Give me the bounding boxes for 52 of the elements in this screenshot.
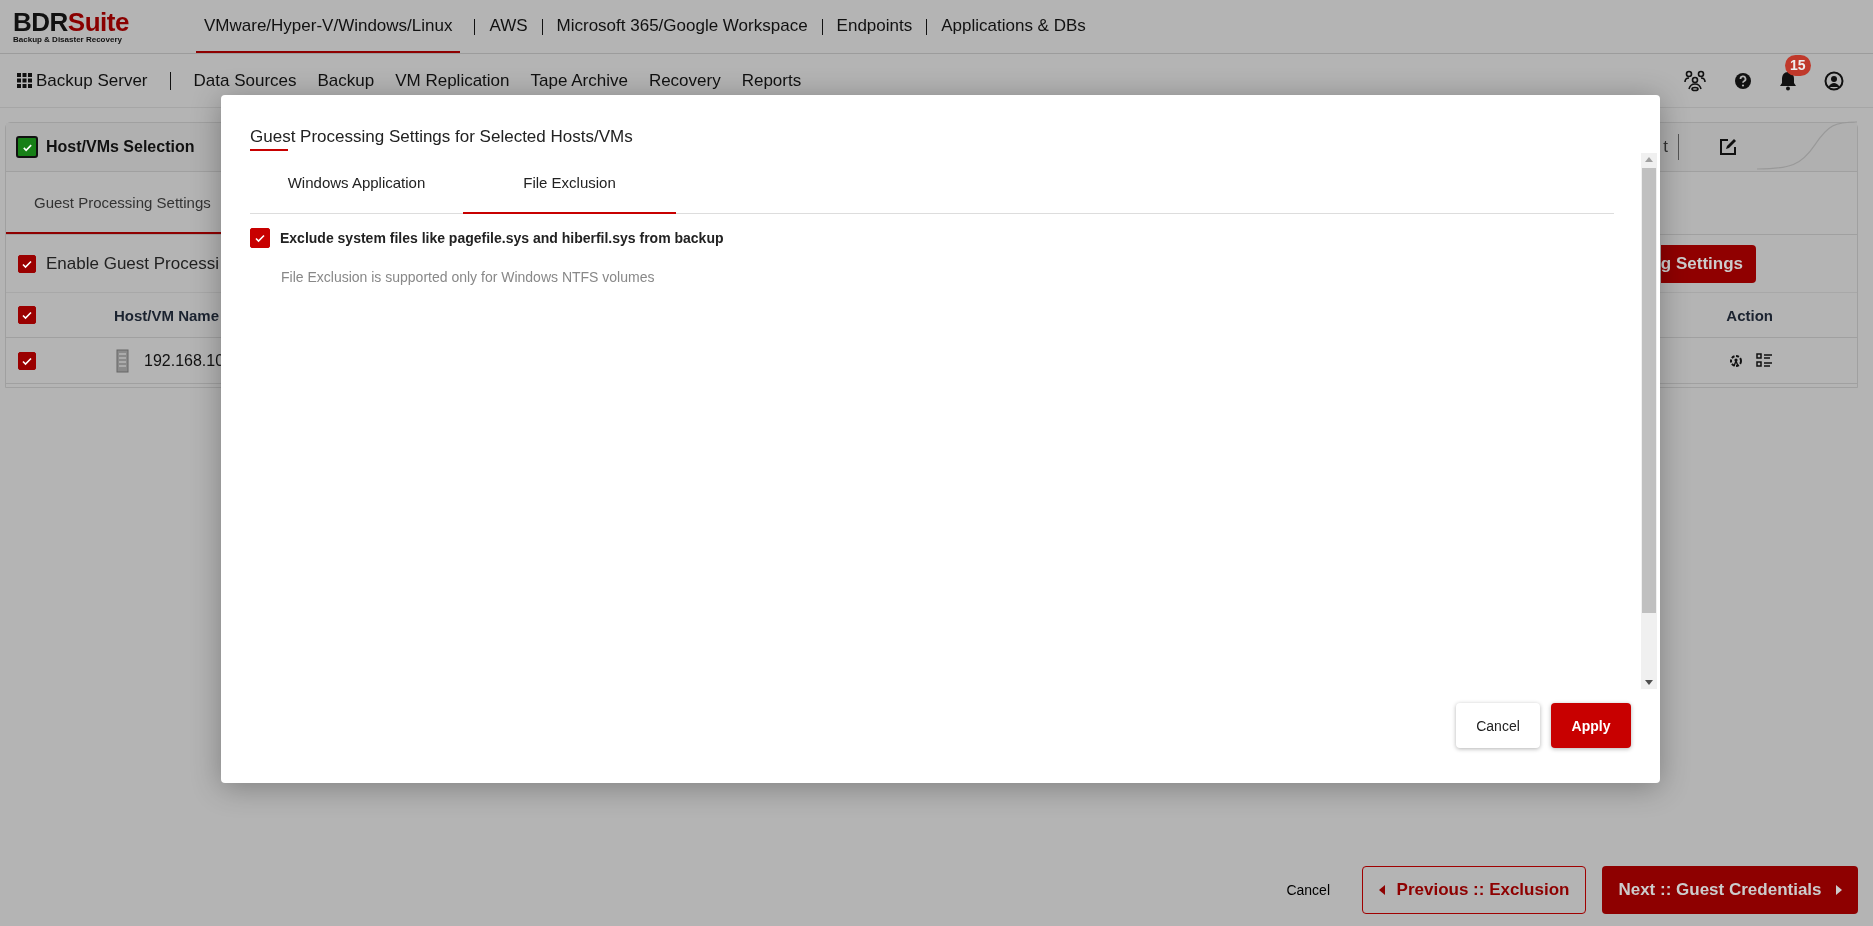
edit-icon[interactable] [1719, 138, 1737, 156]
nav-link[interactable]: Backup [317, 70, 375, 91]
caret-right-icon [1835, 885, 1842, 895]
scroll-down-icon[interactable] [1645, 680, 1653, 685]
brand-tagline: Backup & Disaster Recovery [13, 35, 122, 44]
step-title: Host/VMs Selection [46, 138, 195, 156]
apply-button[interactable]: Apply [1551, 703, 1631, 748]
scrollbar-thumb[interactable] [1642, 168, 1656, 613]
previous-button[interactable]: Previous :: Exclusion [1362, 866, 1586, 914]
toolbar-label: t [1663, 137, 1668, 157]
top-nav-tab[interactable]: Applications & DBs [941, 0, 1086, 53]
scrollbar[interactable] [1641, 153, 1657, 689]
checkbox[interactable] [250, 228, 270, 248]
gear-icon[interactable] [1728, 352, 1744, 369]
top-nav-tab[interactable]: VMware/Hyper-V/Windows/Linux [196, 0, 461, 53]
notification-count: 15 [1785, 54, 1811, 76]
cancel-button[interactable]: Cancel [1280, 881, 1336, 899]
user-icon[interactable] [1824, 70, 1844, 91]
server-icon [116, 348, 129, 373]
notification-bell-icon[interactable] [1779, 70, 1797, 91]
users-icon[interactable] [1683, 68, 1707, 93]
nav-link[interactable]: Reports [741, 70, 802, 91]
nav-link[interactable]: VM Replication [395, 70, 510, 91]
nav-link[interactable]: Tape Archive [530, 70, 628, 91]
top-nav-tab[interactable]: Endpoints [836, 0, 913, 53]
dialog-tab[interactable]: Windows Application [250, 153, 463, 214]
column-header: Host/VM Name [114, 306, 220, 324]
top-nav-tab[interactable]: AWS [489, 0, 528, 53]
brand-logo: BDRSuite [13, 9, 129, 35]
cancel-button[interactable]: Cancel [1456, 703, 1540, 748]
column-header: Action [1726, 306, 1773, 324]
list-icon[interactable] [1756, 353, 1773, 368]
dialog-tab[interactable]: File Exclusion [463, 153, 676, 214]
nav-link[interactable]: Data Sources [193, 70, 297, 91]
checkbox[interactable] [18, 254, 36, 273]
grid-icon [17, 73, 32, 88]
option-label: Exclude system files like pagefile.sys and hiberfil.sys from backup [280, 230, 724, 246]
settings-button[interactable]: g Settings [1660, 244, 1756, 283]
enable-label: Enable Guest Processi [46, 253, 219, 274]
backup-server-menu[interactable]: Backup Server [17, 70, 148, 91]
checkmark-icon [254, 232, 266, 244]
top-nav-tab[interactable]: Microsoft 365/Google Workspace [556, 0, 808, 53]
help-icon[interactable] [1734, 71, 1752, 90]
dialog-title: Guest Processing Settings for Selected Hosts/VMs [250, 127, 633, 151]
info-note: File Exclusion is supported only for Windows NTFS volumes [281, 269, 656, 285]
host-name: 192.168.10 [144, 351, 225, 370]
next-button[interactable]: Next :: Guest Credentials [1602, 866, 1858, 914]
checkmark-icon [21, 309, 33, 321]
nav-link[interactable]: Recovery [648, 70, 721, 91]
checkbox[interactable] [18, 351, 36, 370]
caret-left-icon [1378, 885, 1385, 895]
checkbox[interactable] [18, 306, 36, 324]
